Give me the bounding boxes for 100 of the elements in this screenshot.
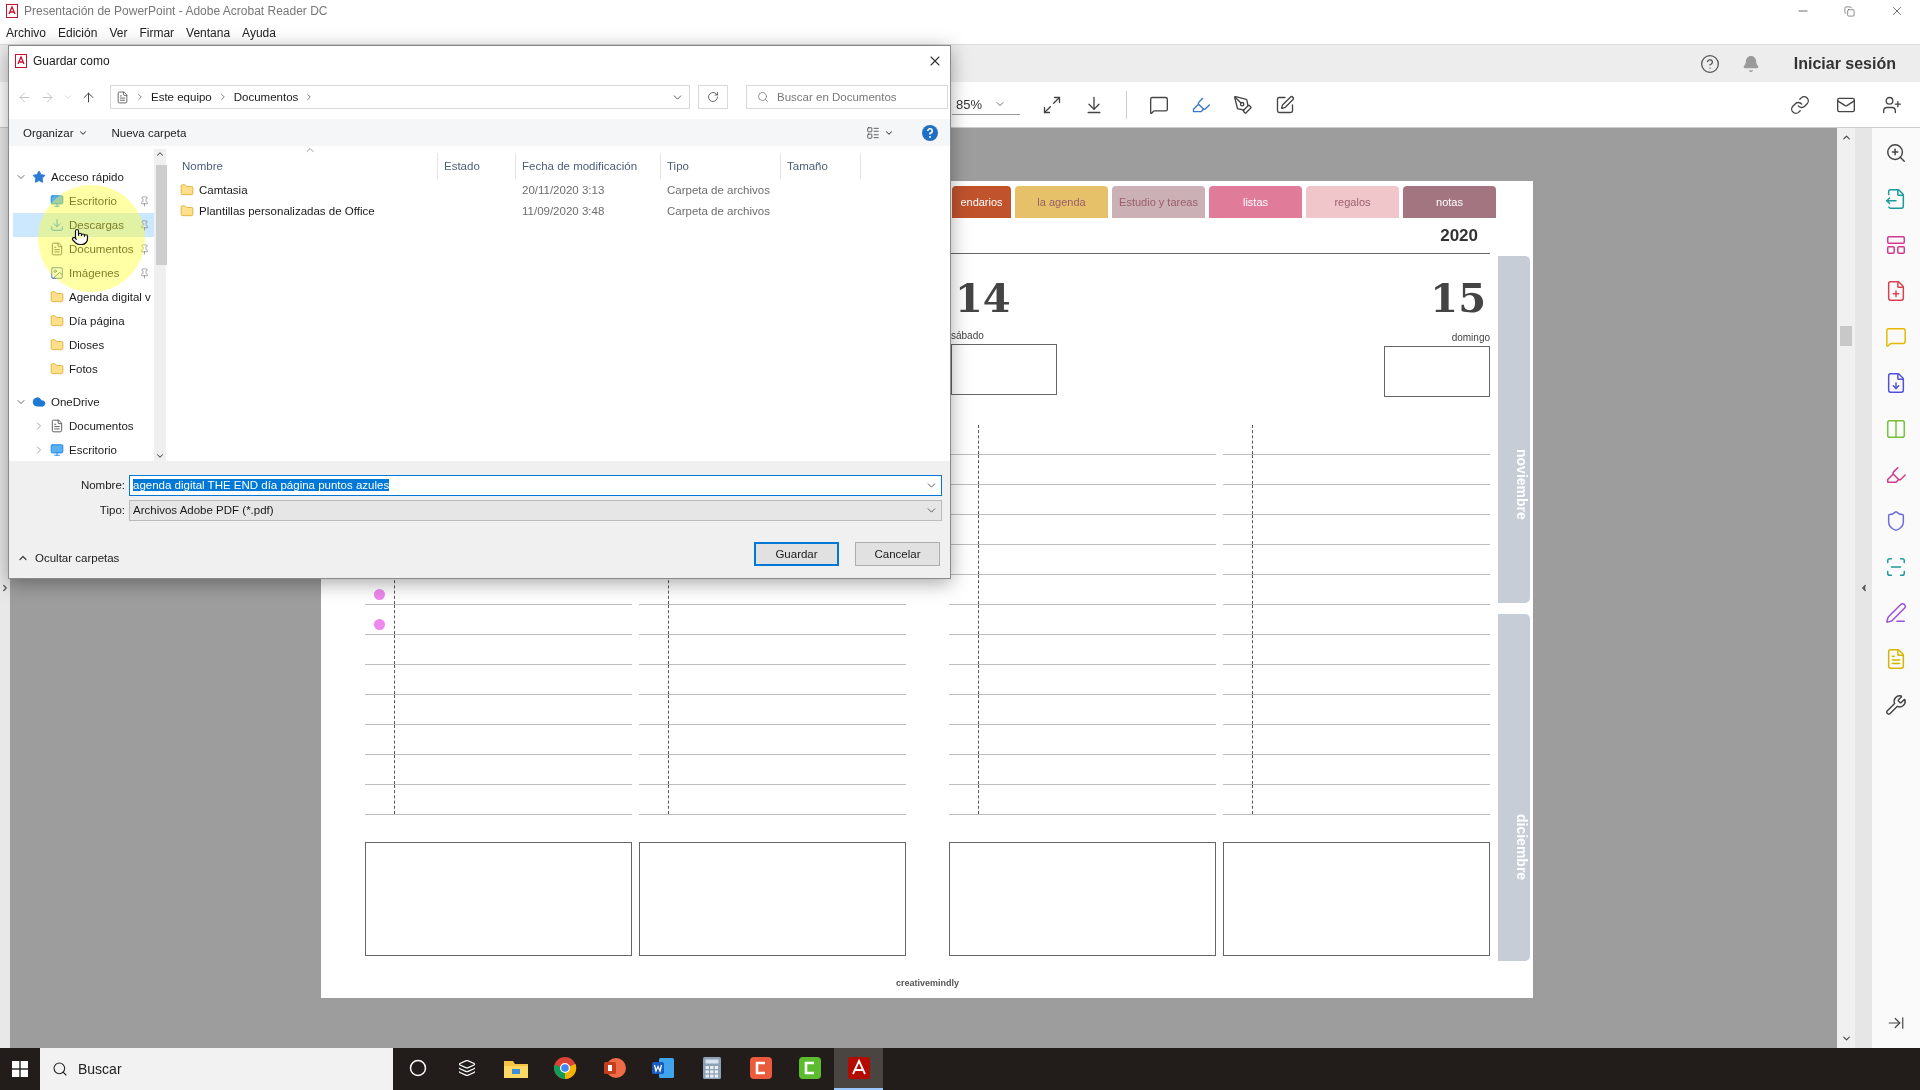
monitor-icon (50, 443, 64, 457)
nav-item[interactable]: OneDrive (13, 390, 154, 414)
refresh-button[interactable] (698, 85, 728, 109)
field-label: Tipo: (98, 504, 126, 516)
scroll-thumb[interactable] (1840, 326, 1852, 346)
nav-item[interactable]: Fotos (13, 357, 154, 381)
zoom-icon[interactable] (1885, 142, 1907, 164)
up-icon[interactable] (81, 89, 96, 105)
link-icon[interactable] (1790, 94, 1810, 115)
create-pdf-icon[interactable] (1885, 280, 1907, 302)
browser-icon[interactable] (552, 1056, 577, 1080)
menu-item[interactable]: Edición (58, 26, 98, 40)
day-number: 15 (1430, 276, 1486, 320)
year-label: 2020 (1440, 225, 1478, 246)
nav-label: Dioses (69, 339, 106, 351)
menu-item[interactable]: Firmar (139, 26, 175, 40)
nav-item[interactable]: Descargas (13, 213, 154, 237)
nav-item[interactable]: Documentos (13, 414, 154, 438)
column-header[interactable]: Estado (438, 153, 516, 179)
nav-item[interactable]: Imágenes (13, 261, 154, 285)
comment-icon[interactable] (1149, 94, 1169, 115)
file-name: Camtasia (199, 183, 248, 196)
menu-item[interactable]: Ayuda (242, 26, 276, 40)
column-header[interactable]: Fecha de modificación (516, 153, 661, 179)
menu-item[interactable]: Ver (109, 26, 128, 40)
hide-pane-icon[interactable] (1887, 1014, 1905, 1032)
add-user-icon[interactable] (1882, 94, 1902, 115)
address-bar[interactable]: Este equipo Documentos (110, 85, 690, 109)
day-number: 14 (955, 276, 1011, 320)
section-tab[interactable]: notas (1403, 186, 1496, 218)
pin-icon (138, 219, 150, 231)
scroll-up-icon[interactable] (154, 149, 165, 159)
nav-item[interactable]: Escritorio (13, 438, 154, 462)
document-icon (50, 242, 64, 256)
taskbar-app-button[interactable] (834, 1048, 883, 1090)
hide-folders-button[interactable]: Ocultar carpetas (17, 544, 120, 564)
presentation-app-icon[interactable] (601, 1056, 626, 1080)
column-header[interactable]: Nombre (176, 153, 438, 179)
nav-label: Fotos (69, 363, 99, 375)
search-field[interactable]: Buscar en Documentos (746, 85, 948, 109)
filename-field[interactable]: agenda digital THE END día página puntos azules (129, 474, 942, 496)
menu-item[interactable]: Ventana (186, 26, 231, 40)
nav-item[interactable]: Día página (13, 309, 154, 333)
recorder-app-icon[interactable] (797, 1056, 822, 1080)
taskbar-search-field[interactable]: Buscar (40, 1048, 393, 1090)
nav-item[interactable]: Escritorio (13, 189, 154, 213)
column-header[interactable]: Tamaño (781, 153, 861, 179)
help-icon[interactable] (1699, 53, 1720, 74)
breadcrumb[interactable]: Documentos (233, 91, 299, 103)
menu-item[interactable]: Archivo (6, 26, 46, 40)
nav-item[interactable]: Documentos (13, 237, 154, 261)
nav-label: Escritorio (69, 195, 118, 207)
nav-label: OneDrive (51, 396, 101, 408)
scan-icon[interactable] (1885, 556, 1907, 578)
export-pdf-icon[interactable] (1885, 188, 1907, 210)
fit-page-icon[interactable] (1042, 94, 1062, 115)
file-date: 11/09/2020 3:48 (521, 204, 606, 217)
sign-in-link[interactable]: Iniciar sesión (1793, 54, 1896, 73)
calculator-icon[interactable] (701, 1056, 722, 1080)
edit-icon[interactable] (1275, 94, 1295, 115)
nav-item[interactable]: Dioses (13, 333, 154, 357)
cloud-icon (32, 395, 46, 409)
scrollbar[interactable] (153, 149, 166, 461)
task-view-icon[interactable] (457, 1059, 476, 1077)
scrollbar[interactable] (1837, 128, 1855, 1048)
sign-icon[interactable] (1885, 602, 1907, 624)
nav-item[interactable]: Acceso rápido (13, 165, 154, 189)
file-row[interactable]: Camtasia 20/11/2020 3:13 Carpeta de archivos (166, 179, 950, 200)
highlighter-icon[interactable] (1885, 464, 1907, 486)
tools-icon[interactable] (1885, 694, 1907, 716)
organize-button[interactable]: Organizar (23, 126, 88, 139)
column-header[interactable]: Tipo (661, 153, 781, 179)
expand-panel-icon[interactable] (0, 583, 10, 593)
dialog-button[interactable]: Guardar (754, 542, 839, 566)
dialog-button[interactable]: Cancelar (855, 542, 940, 566)
file-type-select[interactable]: Archivos Adobe PDF (*.pdf) (129, 499, 942, 521)
cortana-icon[interactable] (408, 1059, 427, 1077)
nav-item[interactable]: Agenda digital v (13, 285, 154, 309)
file-row[interactable]: Plantillas personalizadas de Office 11/09/2020 3:48 Carpeta de archivos (166, 200, 950, 221)
document-icon (116, 90, 129, 104)
pdf-reader-icon[interactable] (846, 1056, 871, 1080)
new-folder-button[interactable]: Nueva carpeta (111, 126, 187, 139)
section-tab[interactable]: endarios (952, 186, 1011, 218)
help-icon[interactable] (922, 124, 938, 141)
view-button[interactable] (866, 125, 894, 140)
chevron-right-icon (135, 92, 145, 102)
scroll-thumb[interactable] (155, 165, 167, 265)
pen-icon[interactable] (1233, 94, 1253, 115)
nav-label: Documentos (69, 420, 135, 432)
file-type: Carpeta de archivos (666, 204, 771, 217)
folder-icon (50, 290, 64, 304)
refresh-icon (707, 91, 719, 103)
zoom-field[interactable]: 85% (952, 94, 1020, 115)
scroll-down-icon[interactable] (154, 451, 165, 461)
shield-icon[interactable] (1885, 510, 1907, 532)
breadcrumb[interactable]: Este equipo (151, 91, 212, 103)
editor-app-icon[interactable] (748, 1056, 773, 1080)
nav-label: Descargas (69, 219, 125, 231)
scroll-down-icon[interactable] (1840, 1033, 1852, 1044)
document-app-icon[interactable] (650, 1056, 675, 1080)
